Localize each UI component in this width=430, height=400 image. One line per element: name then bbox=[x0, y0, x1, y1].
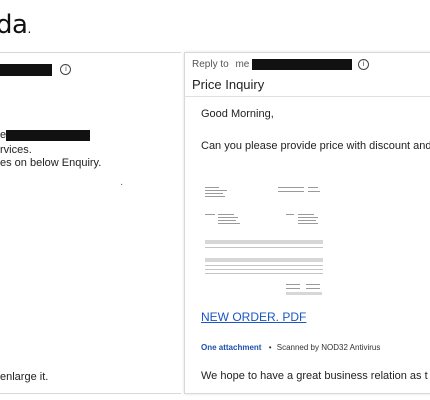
redacted-email bbox=[252, 59, 353, 70]
brand-logo: da. bbox=[0, 10, 31, 40]
left-email-pane: i e rvices. es on below Enquiry. · enlar… bbox=[0, 52, 181, 394]
attachment-link[interactable]: NEW ORDER. PDF bbox=[201, 310, 306, 324]
scan-status: Scanned by NOD32 Antivirus bbox=[276, 343, 381, 352]
brand-logo-dot: . bbox=[27, 22, 31, 36]
brand-logo-text: da bbox=[0, 10, 28, 40]
left-line-3: es on below Enquiry. bbox=[0, 157, 102, 169]
email-subject: Price Inquiry bbox=[192, 77, 265, 92]
left-bullet: · bbox=[120, 179, 124, 190]
info-circle-icon[interactable]: i bbox=[357, 59, 369, 70]
separator-dot: • bbox=[268, 343, 272, 352]
header-divider bbox=[184, 96, 430, 97]
redacted-sender bbox=[0, 63, 52, 76]
reply-to-me[interactable]: me bbox=[235, 59, 249, 70]
left-line-2: rvices. bbox=[0, 144, 32, 156]
attachment-preview-thumbnail[interactable] bbox=[202, 184, 326, 302]
reply-to-label: Reply to bbox=[192, 59, 229, 71]
left-footer: enlarge it. bbox=[0, 371, 49, 383]
email-greeting: Good Morning, bbox=[201, 108, 274, 120]
attachment-count: One attachment bbox=[201, 343, 262, 352]
left-sender-row: i bbox=[0, 61, 72, 79]
redacted-name bbox=[6, 129, 91, 141]
email-body: Can you please provide price with discou… bbox=[201, 140, 430, 152]
reply-to-row: Reply to me i bbox=[192, 59, 369, 70]
info-circle-icon[interactable]: i bbox=[60, 64, 72, 76]
attachment-info-row: One attachment • Scanned by NOD32 Antivi… bbox=[201, 343, 380, 352]
email-closing: We hope to have a great business relatio… bbox=[201, 370, 428, 382]
left-line-1: e bbox=[0, 129, 91, 141]
